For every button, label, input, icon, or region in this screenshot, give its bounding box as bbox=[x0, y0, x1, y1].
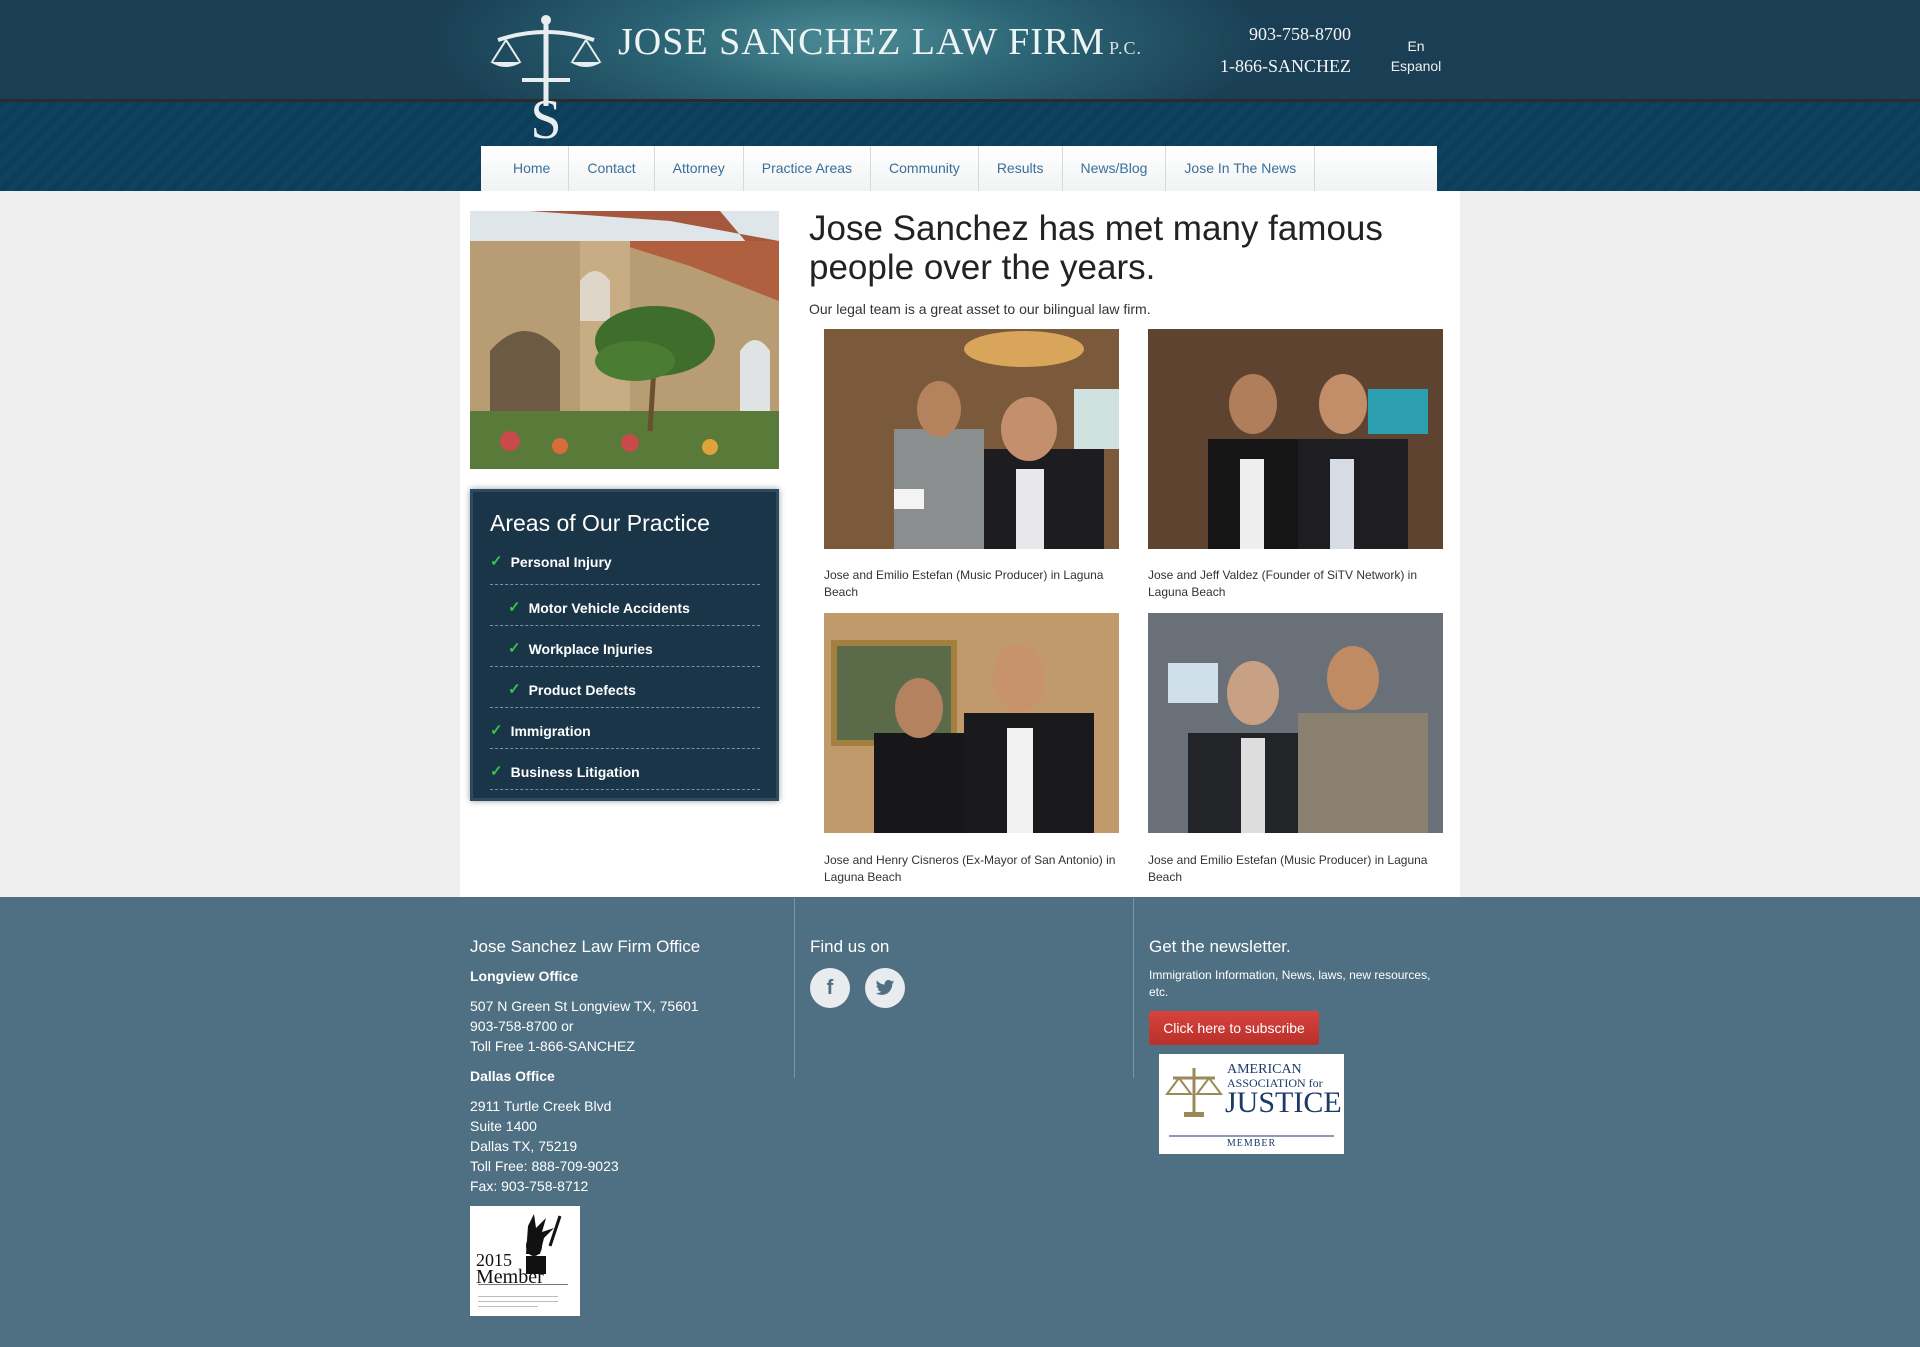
photo-jeff-valdez[interactable] bbox=[1148, 329, 1443, 549]
dallas-tollfree[interactable]: Toll Free: 888-709-9023 bbox=[470, 1156, 619, 1176]
footer-office-title: Jose Sanchez Law Firm Office bbox=[470, 937, 701, 956]
longview-tollfree[interactable]: Toll Free 1-866-SANCHEZ bbox=[470, 1036, 635, 1056]
nav-item-practice-areas[interactable]: Practice Areas bbox=[744, 146, 872, 191]
firm-name-text: JOSE SANCHEZ LAW FIRM bbox=[618, 21, 1106, 63]
header-phone-tollfree[interactable]: 1-866-SANCHEZ bbox=[1220, 56, 1351, 77]
photo-caption: Jose and Emilio Estefan (Music Producer)… bbox=[1148, 853, 1428, 884]
twitter-icon[interactable] bbox=[865, 968, 905, 1008]
content-area: Areas of Our Practice ✓ Personal Injury … bbox=[460, 191, 1460, 897]
photo-caption: Jose and Jeff Valdez (Founder of SiTV Ne… bbox=[1148, 568, 1418, 599]
nav-item-contact[interactable]: Contact bbox=[569, 146, 655, 191]
dallas-address-line2: Suite 1400 bbox=[470, 1118, 537, 1134]
firm-name[interactable]: JOSE SANCHEZ LAW FIRM P.C. bbox=[618, 20, 1142, 64]
check-icon: ✓ bbox=[490, 763, 503, 780]
longview-phone[interactable]: 903-758-8700 or bbox=[470, 1016, 574, 1036]
check-icon: ✓ bbox=[490, 553, 503, 570]
nav-item-news-blog[interactable]: News/Blog bbox=[1063, 146, 1167, 191]
2015-member-badge: 2015 Member bbox=[470, 1206, 580, 1316]
footer-divider bbox=[794, 898, 795, 1078]
practice-area-label: Business Litigation bbox=[510, 764, 640, 780]
office-building-image bbox=[470, 211, 779, 469]
nav-item-community[interactable]: Community bbox=[871, 146, 979, 191]
footer-divider bbox=[1133, 898, 1134, 1078]
check-icon: ✓ bbox=[490, 722, 503, 739]
find-us-title: Find us on bbox=[810, 937, 890, 956]
newsletter-description: Immigration Information, News, laws, new… bbox=[1149, 968, 1431, 999]
main-nav: Home Contact Attorney Practice Areas Com… bbox=[481, 146, 1437, 191]
photo-emilio-estefan-1[interactable] bbox=[824, 329, 1119, 549]
svg-text:S: S bbox=[530, 89, 561, 142]
scales-logo-icon[interactable]: S bbox=[486, 14, 606, 142]
practice-area-workplace-injuries[interactable]: ✓ Workplace Injuries bbox=[490, 627, 760, 667]
practice-area-personal-injury[interactable]: ✓ Personal Injury bbox=[490, 548, 760, 585]
practice-area-label: Product Defects bbox=[528, 682, 636, 698]
practice-area-label: Immigration bbox=[510, 723, 591, 739]
longview-address: 507 N Green St Longview TX, 75601 bbox=[470, 998, 699, 1014]
subscribe-button[interactable]: Click here to subscribe bbox=[1149, 1011, 1319, 1045]
aaj-line4: MEMBER bbox=[1226, 1138, 1277, 1149]
practice-area-business-litigation[interactable]: ✓ Business Litigation bbox=[490, 750, 760, 790]
practice-area-motor-vehicle-accidents[interactable]: ✓ Motor Vehicle Accidents bbox=[490, 586, 760, 626]
check-icon: ✓ bbox=[508, 599, 521, 616]
nav-item-home[interactable]: Home bbox=[481, 146, 570, 191]
check-icon: ✓ bbox=[508, 681, 521, 698]
header-phone-local[interactable]: 903-758-8700 bbox=[1249, 24, 1351, 45]
practice-area-product-defects[interactable]: ✓ Product Defects bbox=[490, 668, 760, 708]
practice-areas-panel: Areas of Our Practice ✓ Personal Injury … bbox=[470, 489, 779, 801]
aaj-line3: JUSTICE bbox=[1225, 1086, 1342, 1119]
check-icon: ✓ bbox=[508, 640, 521, 657]
lang-spanish-link[interactable]: Espanol bbox=[1385, 56, 1447, 76]
photo-caption: Jose and Emilio Estefan (Music Producer)… bbox=[824, 568, 1104, 599]
member-label: Member bbox=[476, 1266, 544, 1288]
practice-area-label: Personal Injury bbox=[510, 554, 612, 570]
language-switcher: En Espanol bbox=[1385, 36, 1447, 76]
practice-area-label: Motor Vehicle Accidents bbox=[528, 600, 690, 616]
dallas-address-line3: Dallas TX, 75219 bbox=[470, 1138, 578, 1154]
photo-emilio-estefan-2[interactable] bbox=[1148, 613, 1443, 833]
dallas-address-line1: 2911 Turtle Creek Blvd bbox=[470, 1098, 612, 1114]
firm-suffix: P.C. bbox=[1109, 38, 1143, 58]
nav-item-jose-in-the-news[interactable]: Jose In The News bbox=[1166, 146, 1316, 191]
practice-area-label: Workplace Injuries bbox=[528, 641, 653, 657]
photo-caption: Jose and Henry Cisneros (Ex-Mayor of San… bbox=[824, 853, 1116, 884]
aaj-member-badge[interactable]: AMERICAN ASSOCIATION for JUSTICE MEMBER bbox=[1159, 1054, 1344, 1154]
lang-english-link[interactable]: En bbox=[1385, 36, 1447, 56]
nav-item-attorney[interactable]: Attorney bbox=[655, 146, 744, 191]
page-intro: Our legal team is a great asset to our b… bbox=[809, 301, 1151, 317]
facebook-icon[interactable]: f bbox=[810, 968, 850, 1008]
practice-areas-list: ✓ Personal Injury ✓ Motor Vehicle Accide… bbox=[490, 548, 760, 791]
practice-area-immigration[interactable]: ✓ Immigration bbox=[490, 709, 760, 749]
nav-item-results[interactable]: Results bbox=[979, 146, 1063, 191]
dallas-fax: Fax: 903-758-8712 bbox=[470, 1178, 589, 1194]
newsletter-title: Get the newsletter. bbox=[1149, 937, 1291, 956]
page-title: Jose Sanchez has met many famous people … bbox=[809, 209, 1383, 287]
site-header: S JOSE SANCHEZ LAW FIRM P.C. 903-758-8700… bbox=[0, 0, 1920, 191]
dallas-office-title: Dallas Office bbox=[470, 1068, 555, 1084]
photo-henry-cisneros[interactable] bbox=[824, 613, 1119, 833]
practice-areas-title: Areas of Our Practice bbox=[490, 510, 710, 536]
longview-office-title: Longview Office bbox=[470, 968, 579, 984]
